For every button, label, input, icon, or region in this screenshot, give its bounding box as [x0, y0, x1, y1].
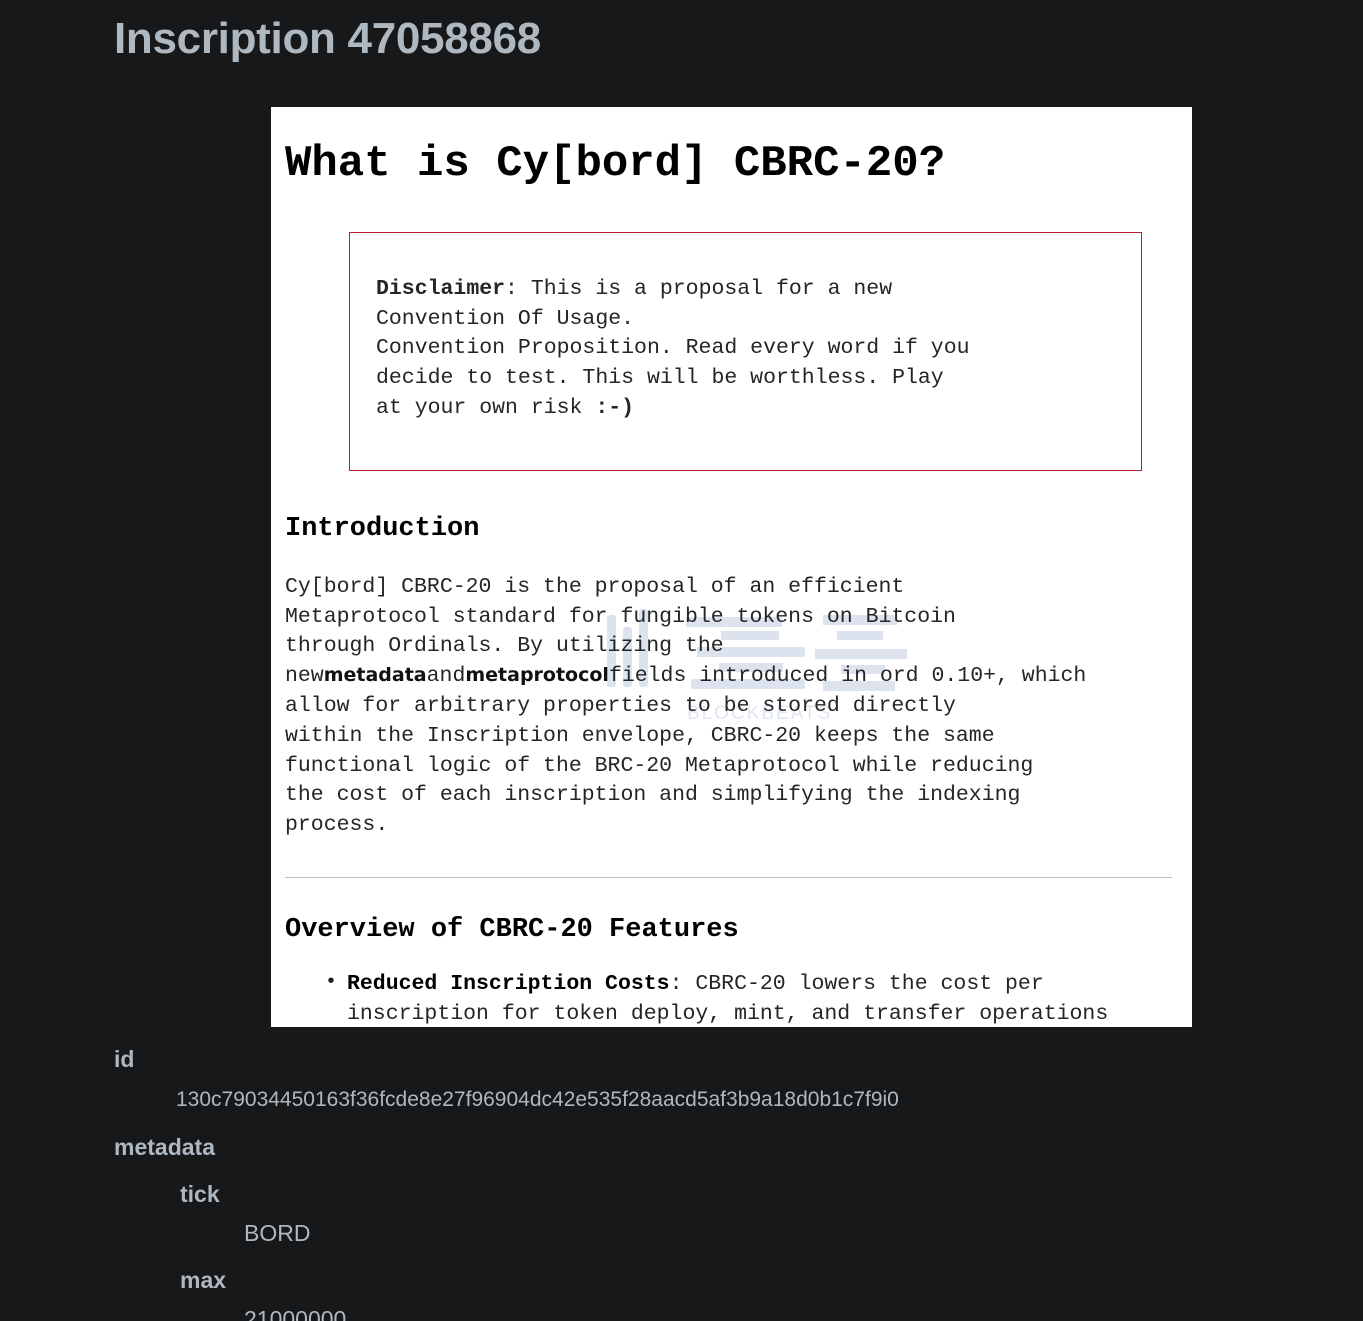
- overview-feature-list: Reduced Inscription Costs: CBRC-20 lower…: [285, 969, 1172, 1027]
- inscription-details: id 130c79034450163f36fcde8e27f96904dc42e…: [0, 1048, 1363, 1321]
- page-title: Inscription 47058868: [114, 14, 541, 63]
- inscription-preview-panel[interactable]: BLOCKBEATS What is Cy[bord] CBRC-20? Dis…: [271, 107, 1192, 1027]
- detail-label-metadata: metadata: [114, 1134, 215, 1160]
- inscription-preview-content: BLOCKBEATS What is Cy[bord] CBRC-20? Dis…: [271, 107, 1192, 1027]
- detail-metadata-max: max 21000000: [0, 1269, 1363, 1321]
- detail-label-max: max: [180, 1267, 227, 1293]
- overview-heading: Overview of CBRC-20 Features: [285, 914, 739, 945]
- disclaimer-colon: :: [505, 276, 518, 301]
- detail-id: id 130c79034450163f36fcde8e27f96904dc42e…: [0, 1046, 1363, 1111]
- section-divider: [285, 876, 1172, 878]
- code-metadata: metadata: [323, 664, 427, 687]
- detail-value-max: 21000000: [244, 1306, 347, 1321]
- feature-label: Reduced Inscription Costs: [347, 972, 670, 997]
- detail-value-id: 130c79034450163f36fcde8e27f96904dc42e535…: [176, 1088, 899, 1111]
- introduction-heading: Introduction: [285, 513, 480, 544]
- detail-metadata: metadata: [0, 1136, 1363, 1159]
- document-heading: What is Cy[bord] CBRC-20?: [285, 139, 946, 189]
- disclaimer-box: Disclaimer: This is a proposal for a new…: [349, 231, 1142, 471]
- detail-value-tick: BORD: [244, 1220, 311, 1246]
- introduction-paragraph: Cy[bord] CBRC-20 is the proposal of an e…: [285, 573, 1172, 841]
- detail-label-tick: tick: [180, 1181, 220, 1207]
- disclaimer-text: Disclaimer: This is a proposal for a new…: [376, 275, 1115, 424]
- feature-colon: :: [669, 972, 683, 997]
- list-item: Reduced Inscription Costs: CBRC-20 lower…: [325, 969, 1172, 1027]
- introduction-part-2: and: [426, 664, 466, 689]
- disclaimer-emoticon: :-): [595, 396, 635, 421]
- introduction-part-3: fields introduced in ord 0.10+, which al…: [285, 664, 1087, 838]
- inscription-document: What is Cy[bord] CBRC-20? Disclaimer: Th…: [283, 135, 1174, 1027]
- detail-metadata-tick: tick BORD: [0, 1183, 1363, 1245]
- code-metaprotocol: metaprotocol: [465, 664, 609, 687]
- disclaimer-label: Disclaimer: [376, 276, 506, 301]
- detail-label-id: id: [114, 1046, 135, 1072]
